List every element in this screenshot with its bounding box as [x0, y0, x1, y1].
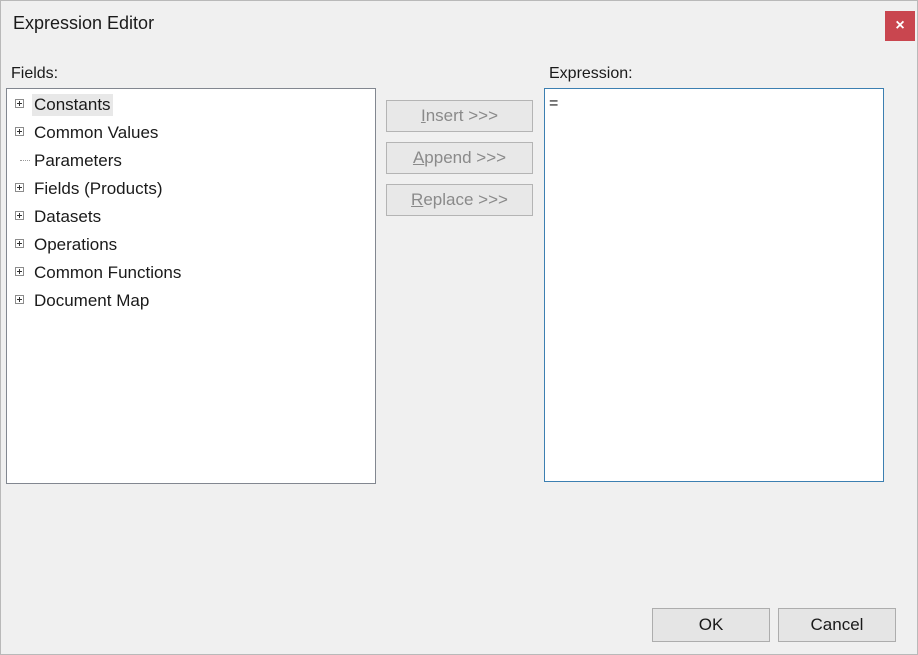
- tree-item-label: Parameters: [34, 151, 122, 170]
- tree-item-label: Datasets: [34, 207, 102, 226]
- tree-item-label: Constants: [32, 94, 113, 116]
- close-icon: ×: [895, 17, 905, 34]
- expression-label: Expression:: [549, 65, 633, 82]
- close-button[interactable]: ×: [885, 11, 915, 41]
- expand-icon[interactable]: [15, 295, 24, 304]
- tree-item-label: Operations: [34, 235, 118, 254]
- tree-item-label: Fields (Products): [34, 179, 163, 198]
- expand-icon[interactable]: [15, 127, 24, 136]
- ok-button[interactable]: OK: [652, 608, 770, 642]
- expand-icon[interactable]: [15, 183, 24, 192]
- tree-item-label: Common Values: [34, 123, 159, 142]
- tree-item-label: Common Functions: [34, 263, 182, 282]
- cancel-button[interactable]: Cancel: [778, 608, 896, 642]
- title-bar[interactable]: Expression Editor ×: [1, 1, 917, 45]
- insert-button[interactable]: Insert >>>: [386, 100, 533, 132]
- tree-item-label: Document Map: [34, 291, 150, 310]
- expand-icon[interactable]: [15, 99, 24, 108]
- replace-button[interactable]: Replace >>>: [386, 184, 533, 216]
- insert-label: nsert >>>: [425, 106, 499, 125]
- append-mnemonic: A: [412, 148, 425, 167]
- fields-tree[interactable]: Constants Common Values Parameters Field…: [6, 88, 376, 484]
- fields-label: Fields:: [11, 65, 59, 82]
- expand-icon[interactable]: [15, 267, 24, 276]
- expression-input[interactable]: =: [544, 88, 884, 482]
- expression-editor-window: Expression Editor × Fields: Constants Co…: [0, 0, 918, 655]
- expand-icon[interactable]: [15, 211, 24, 220]
- window-title: Expression Editor: [13, 13, 155, 33]
- replace-label: eplace >>>: [423, 190, 508, 209]
- expand-icon[interactable]: [15, 239, 24, 248]
- append-button[interactable]: Append >>>: [386, 142, 533, 174]
- append-label: ppend >>>: [424, 148, 507, 167]
- replace-mnemonic: R: [411, 190, 424, 209]
- tree-connector-line: [20, 160, 30, 161]
